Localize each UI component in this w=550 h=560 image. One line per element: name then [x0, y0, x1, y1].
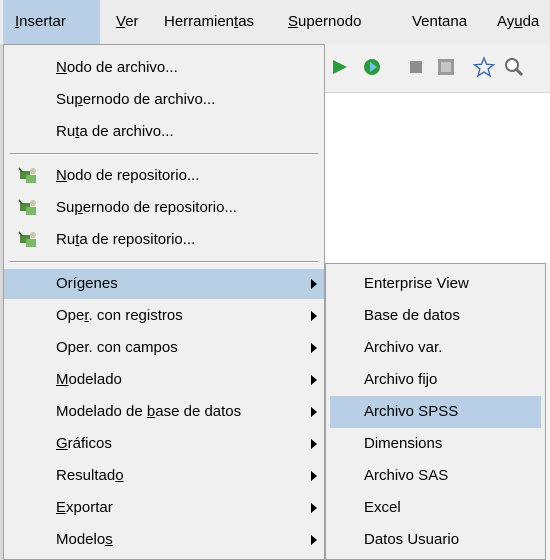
menu-item-modelado[interactable]: Modelado: [4, 365, 324, 395]
menu-item-label: Supernodo de archivo...: [56, 91, 216, 108]
menu-item-label: Modelado de base de datos: [56, 403, 242, 420]
stream-canvas: [325, 93, 550, 263]
submenu-arrow-icon: [311, 407, 317, 417]
insert-menu: Nodo de archivo... Supernodo de archivo.…: [3, 44, 325, 560]
preview-icon[interactable]: [435, 56, 457, 78]
menu-item-origenes[interactable]: Orígenes: [4, 269, 324, 299]
submenu-arrow-icon: [311, 343, 317, 353]
menu-ventana-label: Ventana: [412, 13, 468, 30]
submenu-arrow-icon: [311, 311, 317, 321]
menu-item-label: Nodo de archivo...: [56, 59, 178, 76]
submenu-item-label: Base de datos: [364, 307, 460, 324]
repository-icon: [18, 167, 36, 183]
menu-item-ruta-repositorio[interactable]: Ruta de repositorio...: [4, 225, 324, 255]
submenu-item-base-datos[interactable]: Base de datos: [330, 300, 541, 332]
menu-insertar-label: nsertar: [19, 13, 66, 30]
menu-item-label: Oper. con registros: [56, 307, 183, 324]
menu-bar: Insertar Ver Herramientas Supernodo Vent…: [0, 0, 550, 45]
submenu-item-label: Archivo SAS: [364, 467, 449, 484]
submenu-item-label: Archivo SPSS: [364, 403, 459, 420]
menu-item-label: Oper. con campos: [56, 339, 178, 356]
canvas-edge: [546, 263, 550, 560]
run-selection-icon[interactable]: [361, 56, 383, 78]
menu-item-label: Supernodo de repositorio...: [56, 199, 237, 216]
repository-icon: [18, 231, 36, 247]
menu-item-label: Modelos: [56, 531, 113, 548]
menu-separator: [10, 261, 318, 263]
submenu-item-label: Dimensions: [364, 435, 443, 452]
menu-ayuda-label-b: da: [522, 13, 540, 30]
submenu-item-archivo-sas[interactable]: Archivo SAS: [330, 460, 541, 492]
origenes-submenu: Enterprise View Base de datos Archivo va…: [325, 263, 546, 560]
submenu-item-datos-usuario[interactable]: Datos Usuario: [330, 524, 541, 556]
menu-item-label: Exportar: [56, 499, 113, 516]
menu-insertar[interactable]: Insertar: [3, 0, 100, 44]
menu-item-label: Resultado: [56, 467, 124, 484]
menu-ayuda-mnemonic: u: [514, 13, 523, 30]
submenu-item-label: Archivo fijo: [364, 371, 438, 388]
stop-icon[interactable]: [405, 56, 427, 78]
menu-supernodo[interactable]: Supernodo: [288, 0, 361, 44]
zoom-icon[interactable]: [503, 56, 525, 78]
submenu-arrow-icon: [311, 535, 317, 545]
menu-item-label: Nodo de repositorio...: [56, 167, 200, 184]
menu-separator: [10, 153, 318, 155]
menu-herramientas-label-b: as: [238, 13, 255, 30]
menu-herramientas[interactable]: Herramientas: [164, 0, 254, 44]
submenu-arrow-icon: [311, 503, 317, 513]
menu-item-exportar[interactable]: Exportar: [4, 493, 324, 523]
submenu-item-archivo-spss[interactable]: Archivo SPSS: [330, 396, 541, 428]
menu-item-resultado[interactable]: Resultado: [4, 461, 324, 491]
submenu-item-label: Archivo var.: [364, 339, 443, 356]
menu-item-modelado-base-datos[interactable]: Modelado de base de datos: [4, 397, 324, 427]
submenu-item-label: Datos Usuario: [364, 531, 460, 548]
menu-ver-label: er: [125, 13, 139, 30]
submenu-arrow-icon: [311, 375, 317, 385]
submenu-item-label: Excel: [364, 499, 401, 516]
menu-item-label: Modelado: [56, 371, 122, 388]
submenu-item-enterprise-view[interactable]: Enterprise View: [330, 268, 541, 300]
menu-ayuda[interactable]: Ayuda: [497, 0, 539, 44]
submenu-item-archivo-fijo[interactable]: Archivo fijo: [330, 364, 541, 396]
menu-herramientas-label-a: Herramien: [164, 13, 235, 30]
submenu-item-label: Enterprise View: [364, 275, 469, 292]
submenu-arrow-icon: [311, 471, 317, 481]
toolbar: [325, 44, 550, 93]
submenu-item-archivo-var[interactable]: Archivo var.: [330, 332, 541, 364]
menu-item-supernodo-archivo[interactable]: Supernodo de archivo...: [4, 85, 324, 115]
menu-ventana[interactable]: Ventana: [412, 0, 467, 44]
menu-item-label: Ruta de repositorio...: [56, 231, 196, 248]
submenu-item-dimensions[interactable]: Dimensions: [330, 428, 541, 460]
menu-item-supernodo-repositorio[interactable]: Supernodo de repositorio...: [4, 193, 324, 223]
play-icon[interactable]: [329, 56, 351, 78]
menu-supernodo-label: upernodo: [298, 13, 362, 30]
submenu-arrow-icon: [311, 279, 317, 289]
menu-item-label: Ruta de archivo...: [56, 123, 174, 140]
menu-supernodo-mnemonic: S: [288, 13, 299, 30]
menu-item-ruta-archivo[interactable]: Ruta de archivo...: [4, 117, 324, 147]
menu-ayuda-label-a: Ay: [497, 13, 515, 30]
menu-item-label: Gráficos: [56, 435, 112, 452]
menu-item-modelos[interactable]: Modelos: [4, 525, 324, 555]
menu-item-oper-registros[interactable]: Oper. con registros: [4, 301, 324, 331]
submenu-item-excel[interactable]: Excel: [330, 492, 541, 524]
menu-item-nodo-archivo[interactable]: Nodo de archivo...: [4, 53, 324, 83]
menu-item-graficos[interactable]: Gráficos: [4, 429, 324, 459]
menu-item-oper-campos[interactable]: Oper. con campos: [4, 333, 324, 363]
menu-item-nodo-repositorio[interactable]: Nodo de repositorio...: [4, 161, 324, 191]
repository-icon: [18, 199, 36, 215]
star-icon[interactable]: [473, 56, 495, 78]
submenu-arrow-icon: [311, 439, 317, 449]
menu-ver-mnemonic: V: [116, 13, 126, 30]
menu-item-label: Orígenes: [56, 275, 118, 292]
menu-ver[interactable]: Ver: [116, 0, 139, 44]
